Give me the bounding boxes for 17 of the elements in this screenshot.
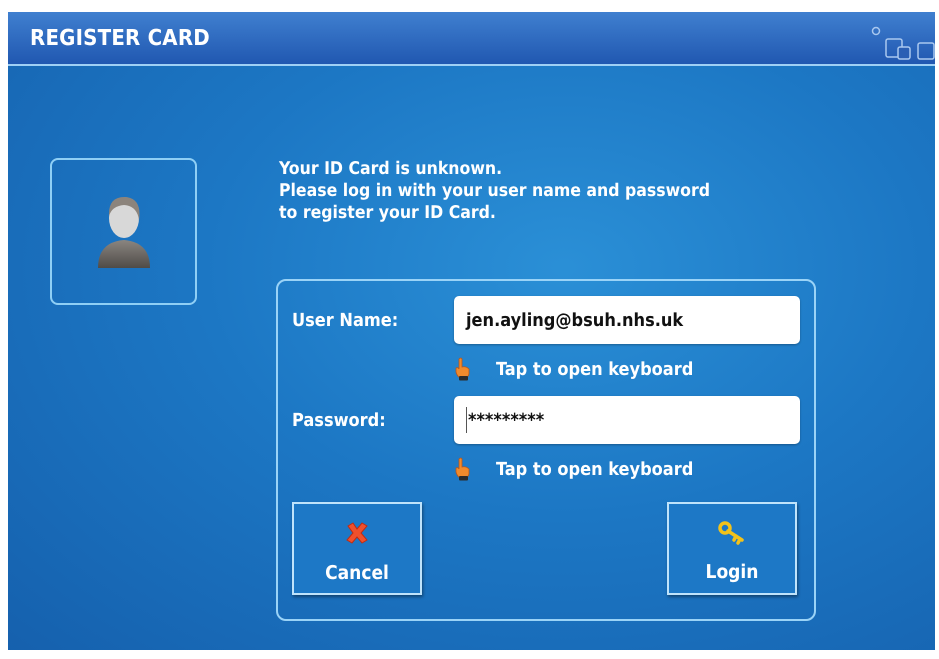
windows-icon[interactable] [885, 38, 913, 60]
key-icon [718, 520, 746, 544]
circle-icon[interactable] [871, 26, 881, 36]
pointing-hand-icon [454, 457, 472, 481]
close-icon [344, 520, 370, 546]
field-label: Password: [292, 410, 387, 430]
keyboard-link[interactable]: Tap to open keyboard [496, 358, 694, 380]
window-icon[interactable] [917, 42, 935, 60]
window-title: REGISTER CARD [30, 26, 210, 50]
input-field[interactable]: jen.ayling@bsuh.nhs.uk [454, 296, 800, 344]
instruction-text: Your ID Card is unknown. Please log in with your user name and password to register your ID Card. [279, 158, 712, 224]
keyboard-link[interactable]: Tap to open keyboard [496, 458, 694, 480]
input-field[interactable]: ********* [454, 396, 800, 444]
login-button[interactable]: Login [667, 502, 797, 595]
pointing-hand-icon [454, 357, 472, 381]
field-label: User Name: [292, 310, 400, 330]
cancel-button[interactable]: Cancel [292, 502, 422, 595]
